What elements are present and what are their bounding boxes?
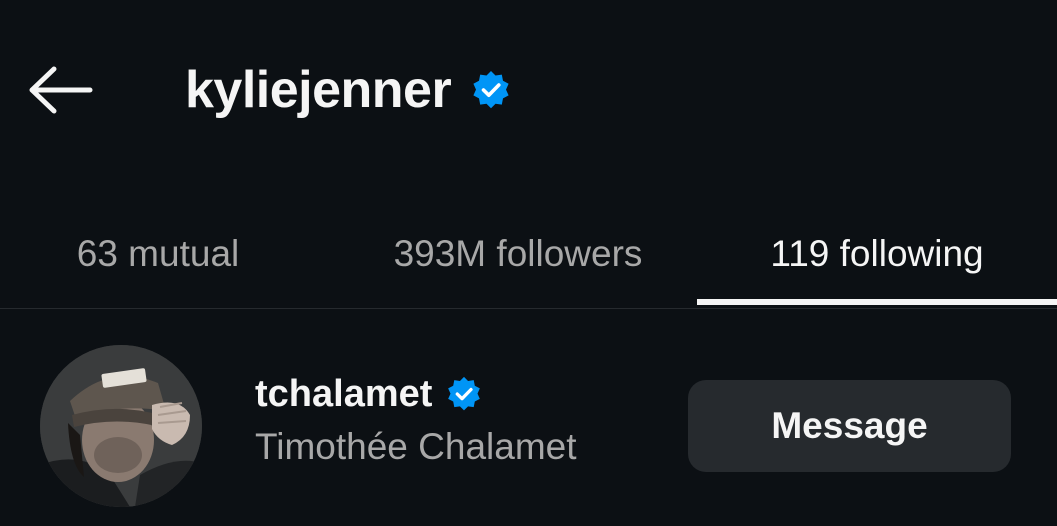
follow-tabs: 63 mutual 393M followers 119 following: [0, 200, 1057, 309]
list-item-full-name: Timothée Chalamet: [255, 426, 577, 467]
profile-title: kyliejenner: [185, 52, 511, 128]
top-app-bar: kyliejenner: [0, 0, 1057, 180]
user-info[interactable]: tchalamet Timothée Chalamet: [255, 368, 577, 468]
tab-followers[interactable]: 393M followers: [340, 200, 696, 308]
back-button[interactable]: [22, 60, 96, 120]
avatar-photo: [40, 345, 202, 507]
list-item[interactable]: tchalamet Timothée Chalamet Message: [0, 330, 1057, 526]
message-button[interactable]: Message: [688, 380, 1011, 472]
arrow-left-icon: [29, 66, 93, 114]
list-item-username: tchalamet: [255, 372, 433, 415]
active-tab-indicator: [697, 299, 1057, 305]
verified-badge-icon: [446, 376, 482, 412]
tab-following[interactable]: 119 following: [697, 200, 1057, 308]
tab-mutual[interactable]: 63 mutual: [0, 200, 316, 308]
profile-username: kyliejenner: [185, 61, 452, 119]
verified-badge-icon: [471, 70, 511, 110]
avatar[interactable]: [40, 345, 202, 507]
